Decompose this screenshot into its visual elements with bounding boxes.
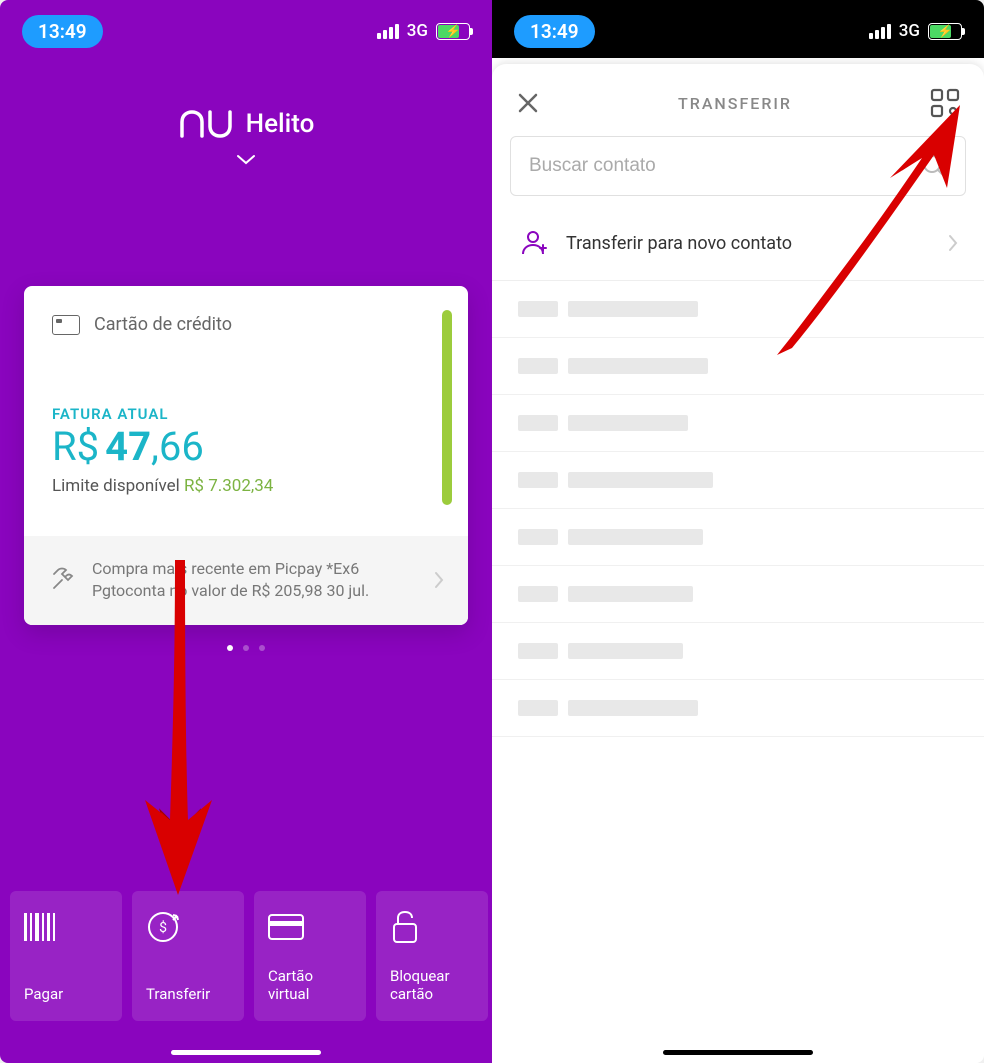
- tools-icon: [48, 566, 76, 594]
- new-contact-label: Transferir para novo contato: [566, 233, 930, 254]
- contact-row[interactable]: [492, 623, 984, 680]
- chevron-down-icon[interactable]: [236, 154, 256, 166]
- recent-line-1: Compra mais recente em Picpay *Ex6: [92, 558, 418, 580]
- invoice-amount: R$ 47,66: [52, 423, 440, 470]
- close-icon[interactable]: [516, 91, 540, 115]
- virtual-card-icon: [268, 909, 304, 945]
- status-bar: 13:49 3G ⚡: [0, 0, 492, 58]
- new-contact-row[interactable]: Transferir para novo contato: [492, 206, 984, 281]
- status-time: 13:49: [22, 15, 103, 48]
- recent-purchase-row[interactable]: Compra mais recente em Picpay *Ex6 Pgtoc…: [24, 536, 468, 625]
- qr-code-icon[interactable]: [930, 88, 960, 118]
- transfer-sheet: TRANSFERIR Transferir para novo contato: [492, 64, 984, 1063]
- limit-row: Limite disponível R$ 7.302,34: [52, 476, 440, 496]
- signal-icon: [377, 24, 399, 39]
- barcode-icon: [24, 909, 58, 945]
- search-box[interactable]: [510, 136, 966, 196]
- battery-icon: ⚡: [436, 23, 470, 40]
- action-bloquear[interactable]: Bloquear cartão: [376, 891, 488, 1021]
- search-input[interactable]: [529, 155, 921, 177]
- contact-row[interactable]: [492, 281, 984, 338]
- invoice-label: FATURA ATUAL: [52, 405, 440, 423]
- contact-row[interactable]: [492, 509, 984, 566]
- status-time: 13:49: [514, 15, 595, 48]
- home-indicator[interactable]: [171, 1050, 321, 1055]
- chevron-right-icon: [948, 234, 958, 252]
- recent-line-2: Pgtoconta no valor de R$ 205,98 30 jul.: [92, 580, 418, 602]
- contact-row[interactable]: [492, 338, 984, 395]
- transfer-screen: 13:49 3G ⚡ TRANSFERIR: [492, 0, 984, 1063]
- battery-icon: ⚡: [928, 23, 962, 40]
- lock-open-icon: [390, 909, 420, 945]
- contact-row[interactable]: [492, 566, 984, 623]
- network-label: 3G: [899, 21, 920, 41]
- home-indicator[interactable]: [663, 1050, 813, 1055]
- user-name: Helito: [246, 109, 315, 139]
- card-title: Cartão de crédito: [94, 314, 232, 335]
- contact-row[interactable]: [492, 452, 984, 509]
- contact-row[interactable]: [492, 680, 984, 737]
- signal-icon: [869, 24, 891, 39]
- action-cartao-virtual[interactable]: Cartão virtual: [254, 891, 366, 1021]
- home-screen: 13:49 3G ⚡ Helito Cartão de crédi: [0, 0, 492, 1063]
- sheet-title: TRANSFERIR: [678, 94, 792, 113]
- card-accent-bar: [442, 310, 452, 505]
- status-indicators: 3G ⚡: [377, 21, 470, 41]
- credit-card-icon: [52, 315, 80, 335]
- contact-row[interactable]: [492, 395, 984, 452]
- status-indicators: 3G ⚡: [869, 21, 962, 41]
- app-header[interactable]: Helito: [0, 108, 492, 166]
- status-bar: 13:49 3G ⚡: [492, 0, 984, 58]
- action-transferir[interactable]: $ Transferir: [132, 891, 244, 1021]
- action-row[interactable]: Pagar $ Transferir Cartão virtual Bloque…: [0, 891, 492, 1021]
- transfer-icon: $: [146, 909, 180, 945]
- action-pagar[interactable]: Pagar: [10, 891, 122, 1021]
- nubank-logo-icon: [178, 108, 234, 140]
- contact-list[interactable]: [492, 281, 984, 1063]
- network-label: 3G: [407, 21, 428, 41]
- svg-text:$: $: [159, 919, 167, 936]
- page-dots: [0, 645, 492, 651]
- credit-card-widget[interactable]: Cartão de crédito FATURA ATUAL R$ 47,66 …: [24, 286, 468, 625]
- person-plus-icon: [518, 228, 548, 258]
- search-icon: [921, 153, 947, 179]
- chevron-right-icon: [434, 571, 444, 589]
